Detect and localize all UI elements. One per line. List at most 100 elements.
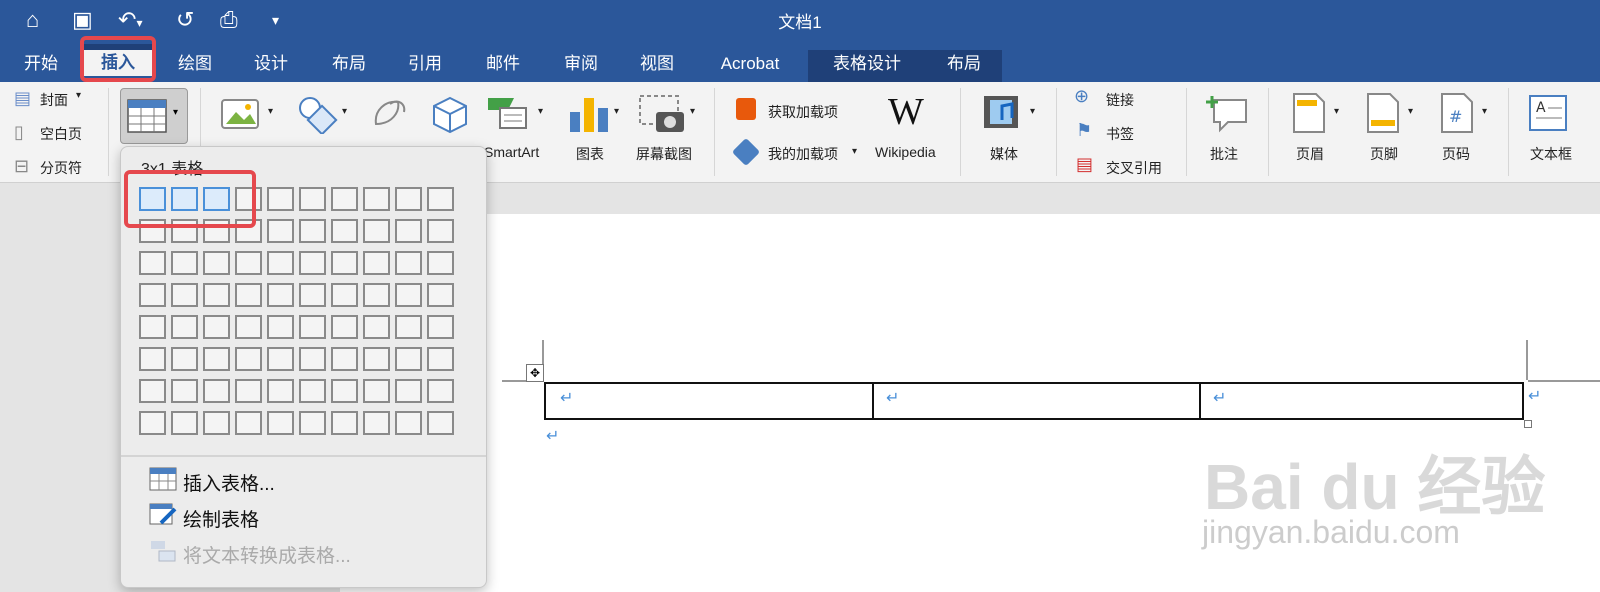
table-grid-cell[interactable] [363, 411, 390, 435]
table-grid-cell[interactable] [299, 347, 326, 371]
table-grid-cell[interactable] [139, 283, 166, 307]
table-grid-cell[interactable] [427, 219, 454, 243]
screenshot-dropdown-icon[interactable]: ▾ [690, 106, 695, 117]
page-number-icon[interactable]: # [1440, 92, 1474, 134]
table-grid-cell[interactable] [331, 219, 358, 243]
draw-table-menu-item[interactable]: 绘制表格 [183, 505, 259, 532]
table-grid-cell[interactable] [235, 251, 262, 275]
table-grid-cell[interactable] [139, 251, 166, 275]
smartart-button[interactable]: SmartArt [484, 144, 539, 160]
table-grid-cell[interactable] [139, 379, 166, 403]
screenshot-button[interactable]: 屏幕截图 [636, 144, 692, 164]
get-addins-button[interactable]: 获取加载项 [768, 102, 838, 122]
tab-design[interactable]: 设计 [244, 50, 298, 82]
pictures-dropdown-icon[interactable]: ▾ [268, 106, 273, 117]
table-grid-cell[interactable] [267, 251, 294, 275]
cross-reference-button[interactable]: 交叉引用 [1106, 158, 1162, 178]
tab-review[interactable]: 审阅 [554, 50, 608, 82]
table-grid-cell[interactable] [299, 283, 326, 307]
smartart-icon[interactable] [486, 94, 534, 134]
table-grid-cell[interactable] [203, 315, 230, 339]
shapes-icon[interactable] [296, 94, 338, 134]
footer-icon[interactable] [1366, 92, 1400, 134]
tab-view[interactable]: 视图 [630, 50, 684, 82]
smartart-dropdown-icon[interactable]: ▾ [538, 106, 543, 117]
table-grid-cell[interactable] [235, 411, 262, 435]
table-grid-cell[interactable] [395, 283, 422, 307]
table-grid-cell[interactable] [171, 251, 198, 275]
tab-layout[interactable]: 布局 [322, 50, 376, 82]
table-cell[interactable]: ↵ [1201, 384, 1521, 418]
3d-models-icon[interactable] [430, 94, 472, 134]
cover-page-button[interactable]: 封面 [40, 90, 68, 110]
table-grid-cell[interactable] [267, 379, 294, 403]
table-grid-cell[interactable] [299, 251, 326, 275]
table-grid-cell[interactable] [331, 187, 358, 211]
insert-table-menu-item[interactable]: 插入表格... [183, 469, 275, 496]
page-break-button[interactable]: 分页符 [40, 158, 82, 178]
table-grid-cell[interactable] [395, 315, 422, 339]
table-move-handle-icon[interactable]: ✥ [526, 364, 544, 382]
tab-home[interactable]: 开始 [14, 50, 68, 82]
tab-draw[interactable]: 绘图 [168, 50, 222, 82]
wikipedia-button[interactable]: Wikipedia [875, 144, 936, 160]
table-grid-cell[interactable] [331, 251, 358, 275]
document-table[interactable]: ↵ ↵ ↵ [544, 382, 1524, 420]
cover-dropdown-icon[interactable]: ▾ [76, 90, 81, 101]
table-grid-cell[interactable] [427, 251, 454, 275]
table-grid-cell[interactable] [427, 347, 454, 371]
table-grid-cell[interactable] [203, 411, 230, 435]
table-grid-cell[interactable] [395, 219, 422, 243]
table-grid-cell[interactable] [171, 315, 198, 339]
tab-acrobat[interactable]: Acrobat [706, 50, 794, 82]
bookmark-button[interactable]: 书签 [1106, 124, 1134, 144]
media-icon[interactable] [982, 92, 1026, 134]
table-grid-cell[interactable] [363, 219, 390, 243]
table-grid-cell[interactable] [139, 347, 166, 371]
footer-dropdown-icon[interactable]: ▾ [1408, 106, 1413, 117]
table-grid-cell[interactable] [427, 187, 454, 211]
screenshot-icon[interactable] [638, 94, 688, 136]
table-grid-cell[interactable] [203, 379, 230, 403]
my-addins-button[interactable]: 我的加载项 [768, 144, 838, 164]
table-grid-cell[interactable] [203, 251, 230, 275]
footer-button[interactable]: 页脚 [1370, 144, 1398, 164]
pictures-icon[interactable] [220, 96, 262, 132]
table-grid-cell[interactable] [299, 315, 326, 339]
table-grid-cell[interactable] [267, 219, 294, 243]
header-icon[interactable] [1292, 92, 1326, 134]
table-grid-cell[interactable] [395, 187, 422, 211]
icons-icon[interactable] [368, 94, 410, 134]
header-dropdown-icon[interactable]: ▾ [1334, 106, 1339, 117]
table-grid-cell[interactable] [235, 379, 262, 403]
table-grid-cell[interactable] [331, 411, 358, 435]
tab-table-design[interactable]: 表格设计 [808, 50, 926, 82]
table-grid-cell[interactable] [171, 283, 198, 307]
table-resize-handle[interactable] [1524, 420, 1532, 428]
chart-icon[interactable] [568, 94, 610, 134]
table-grid-cell[interactable] [331, 283, 358, 307]
table-grid-cell[interactable] [299, 379, 326, 403]
shapes-dropdown-icon[interactable]: ▾ [342, 106, 347, 117]
link-button[interactable]: 链接 [1106, 90, 1134, 110]
textbox-button[interactable]: 文本框 [1530, 144, 1572, 164]
table-grid-cell[interactable] [395, 347, 422, 371]
chart-dropdown-icon[interactable]: ▾ [614, 106, 619, 117]
my-addins-dropdown-icon[interactable]: ▾ [852, 146, 857, 157]
table-grid-cell[interactable] [427, 283, 454, 307]
table-grid-cell[interactable] [299, 219, 326, 243]
page-number-button[interactable]: 页码 [1442, 144, 1470, 164]
table-grid-cell[interactable] [235, 347, 262, 371]
table-grid-cell[interactable] [363, 187, 390, 211]
textbox-icon[interactable]: A [1528, 94, 1568, 134]
table-grid-cell[interactable] [395, 251, 422, 275]
blank-page-button[interactable]: 空白页 [40, 124, 82, 144]
table-grid-cell[interactable] [171, 347, 198, 371]
table-grid-cell[interactable] [299, 187, 326, 211]
table-grid-cell[interactable] [267, 283, 294, 307]
table-grid-cell[interactable] [139, 315, 166, 339]
table-grid-cell[interactable] [331, 347, 358, 371]
comment-icon[interactable] [1206, 94, 1250, 134]
header-button[interactable]: 页眉 [1296, 144, 1324, 164]
table-grid-cell[interactable] [363, 251, 390, 275]
